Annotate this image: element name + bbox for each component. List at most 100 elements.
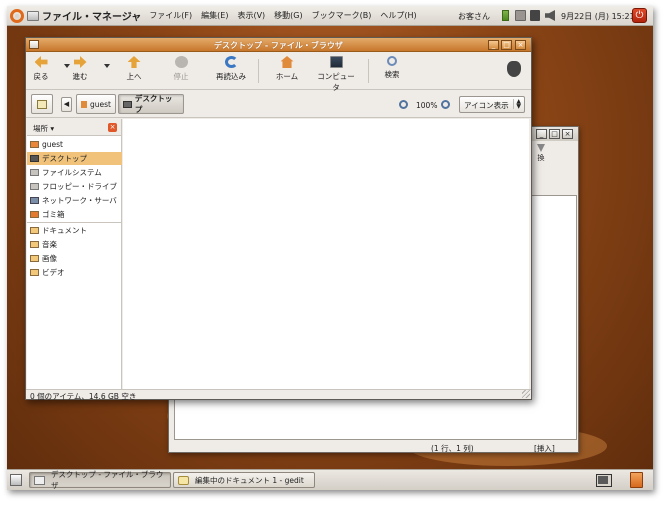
sidebar-close-icon[interactable]: × [108, 123, 117, 132]
stop-icon [174, 56, 188, 68]
reload-label: 再読込み [216, 72, 246, 81]
browser-titlebar[interactable]: デスクトップ - ファイル・ブラウザ _ □ × [26, 38, 531, 52]
computer-icon [329, 56, 343, 68]
sidebar-item-label: ゴミ箱 [42, 210, 65, 219]
sidebar-header: 場所 ▾ × [27, 119, 121, 136]
ubuntu-logo-icon[interactable] [10, 8, 24, 23]
sidebar-separator [27, 222, 122, 223]
menu-bookmarks[interactable]: ブックマーク(B) [312, 10, 372, 21]
stop-button[interactable]: 停止 [169, 56, 193, 86]
path-scroll-left-button[interactable]: ◀ [61, 97, 72, 112]
menu-go[interactable]: 移動(G) [274, 10, 302, 21]
cursor-position: (1 行、1 列) [431, 444, 474, 453]
forward-label: 進む [72, 72, 88, 81]
computer-button[interactable]: コンピュータ [314, 56, 358, 92]
sidebar-item-guest[interactable]: guest [27, 138, 122, 151]
location-bar: ◀ guest デスクトップ 100% アイコン表示 ▲ ▼ [26, 91, 531, 118]
menu-edit[interactable]: 編集(E) [201, 10, 228, 21]
gedit-replace-label: 換 [537, 154, 545, 162]
workspace-switcher[interactable] [596, 474, 612, 487]
sidebar-item-videos[interactable]: ビデオ [27, 266, 122, 279]
sidebar-item-floppy[interactable]: フロッピー・ドライブ [27, 180, 122, 193]
sidebar-item-label: フロッピー・ドライブ [42, 182, 117, 191]
window-title: デスクトップ - ファイル・ブラウザ [214, 41, 343, 50]
up-button[interactable]: 上へ [122, 56, 146, 86]
menu-help[interactable]: ヘルプ(H) [380, 10, 416, 21]
breadcrumb-guest-label: guest [90, 99, 111, 109]
maximize-button[interactable]: □ [501, 40, 512, 50]
gedit-close-button[interactable]: × [562, 129, 573, 139]
gedit-replace-button[interactable]: 換 [532, 144, 550, 162]
home-folder-icon [30, 141, 39, 148]
search-button[interactable]: 検索 [380, 56, 404, 86]
toolbar-separator [258, 59, 259, 83]
app-title: ファイル・マネージャ [42, 12, 142, 23]
home-button[interactable]: ホーム [273, 56, 301, 86]
power-icon[interactable]: ⏻ [632, 8, 647, 23]
gedit-minimize-button[interactable]: _ [536, 129, 547, 139]
sidebar-item-desktop[interactable]: デスクトップ [27, 152, 122, 165]
zoom-out-icon[interactable] [399, 100, 408, 109]
view-mode-value: アイコン表示 [464, 101, 509, 110]
taskbar-gedit[interactable]: 編集中のドキュメント 1 - gedit [173, 472, 315, 488]
volume-icon[interactable] [545, 10, 555, 21]
sidebar-type-dropdown[interactable]: 場所 ▾ [33, 123, 54, 134]
gnome-foot-icon [507, 61, 521, 77]
gedit-statusbar: (1 行、1 列) [挿入] [169, 442, 578, 453]
sidebar-item-network[interactable]: ネットワーク・サーバ [27, 194, 122, 207]
zoom-in-icon[interactable] [441, 100, 450, 109]
printer-icon[interactable] [515, 10, 526, 21]
reload-button[interactable]: 再読込み [214, 56, 248, 86]
sidebar-item-label: guest [42, 140, 63, 149]
forward-button[interactable]: 進む [70, 56, 90, 86]
minimize-button[interactable]: _ [488, 40, 499, 50]
reload-icon [224, 56, 238, 68]
forward-history-dropdown[interactable] [104, 64, 110, 68]
breadcrumb-desktop[interactable]: デスクトップ [118, 94, 184, 114]
toolbar-separator [368, 59, 369, 83]
sidebar: 場所 ▾ × guest デスクトップ ファイルシステム フロッピー・ドライブ [27, 119, 122, 389]
home-label: ホーム [275, 72, 299, 81]
desktop-icon [123, 100, 132, 108]
home-icon [280, 56, 294, 68]
edit-icon [37, 100, 47, 109]
sidebar-item-label: 画像 [42, 254, 57, 263]
sidebar-item-documents[interactable]: ドキュメント [27, 224, 122, 237]
status-text: 0 個のアイテム、14.6 GB 空き [30, 392, 137, 401]
file-manager-icon [27, 10, 39, 21]
show-desktop-icon[interactable] [10, 474, 22, 486]
taskbar-file-browser[interactable]: デスクトップ - ファイル・ブラウザ [29, 470, 171, 490]
floppy-icon [30, 183, 39, 190]
replace-icon [537, 144, 545, 152]
view-mode-select[interactable]: アイコン表示 ▲ ▼ [459, 96, 525, 113]
sidebar-item-label: デスクトップ [42, 154, 87, 163]
clock[interactable]: 9月22日 (月) 15:21 [561, 11, 635, 22]
toggle-location-entry-button[interactable] [31, 94, 53, 114]
sidebar-item-music[interactable]: 音楽 [27, 238, 122, 251]
file-browser-window[interactable]: デスクトップ - ファイル・ブラウザ _ □ × 戻る 進む 上へ 停止 再読込… [25, 37, 532, 401]
up-label: 上へ [126, 72, 142, 81]
insert-mode: [挿入] [534, 444, 555, 453]
network-icon[interactable] [530, 10, 540, 21]
menu-file[interactable]: ファイル(F) [149, 10, 192, 21]
trash-icon[interactable] [630, 472, 643, 488]
close-button[interactable]: × [515, 40, 526, 50]
breadcrumb-guest[interactable]: guest [76, 94, 116, 114]
resize-grip[interactable] [522, 390, 530, 398]
back-button[interactable]: 戻る [31, 56, 51, 86]
gedit-maximize-button[interactable]: □ [549, 129, 560, 139]
forward-arrow-icon [73, 56, 87, 68]
network-icon [30, 197, 39, 204]
sidebar-item-trash[interactable]: ゴミ箱 [27, 208, 122, 221]
sidebar-item-filesystem[interactable]: ファイルシステム [27, 166, 122, 179]
user-name[interactable]: お客さん [458, 11, 490, 22]
file-view[interactable] [123, 119, 529, 389]
sidebar-item-pictures[interactable]: 画像 [27, 252, 122, 265]
taskbar-label: デスクトップ - ファイル・ブラウザ [50, 470, 164, 490]
menu-view[interactable]: 表示(V) [237, 10, 265, 21]
taskbar-label: 編集中のドキュメント 1 - gedit [195, 475, 304, 485]
sidebar-item-label: ネットワーク・サーバ [42, 196, 117, 205]
zoom-level[interactable]: 100% [416, 101, 437, 110]
battery-icon[interactable] [502, 10, 509, 21]
top-panel: ファイル・マネージャ ファイル(F) 編集(E) 表示(V) 移動(G) ブック… [7, 6, 653, 26]
